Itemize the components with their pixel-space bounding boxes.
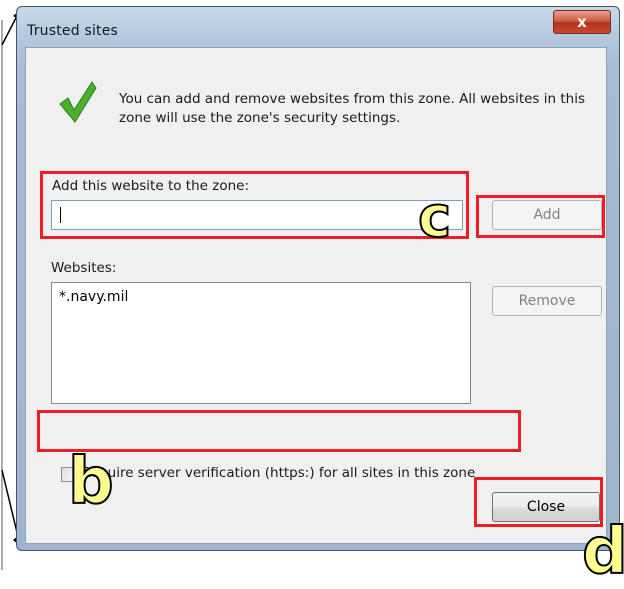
annotation-letter-b: b	[67, 445, 115, 519]
websites-list[interactable]: *.navy.mil	[51, 282, 471, 404]
dialog-title: Trusted sites	[27, 23, 119, 39]
add-website-label: Add this website to the zone:	[52, 178, 249, 194]
https-verification-label: Require server verification (https:) for…	[82, 465, 476, 481]
text-caret	[60, 207, 61, 223]
websites-label: Websites:	[51, 260, 117, 276]
green-checkmark-icon	[59, 81, 97, 123]
intro-text: You can add and remove websites from thi…	[119, 91, 585, 126]
add-button[interactable]: Add	[492, 200, 602, 230]
website-url-input[interactable]	[51, 200, 463, 230]
annotation-letter-c: c	[417, 185, 452, 250]
window-close-button[interactable]: x	[553, 10, 611, 34]
list-item[interactable]: *.navy.mil	[59, 289, 128, 305]
annotation-letter-d: d	[581, 515, 624, 589]
remove-button[interactable]: Remove	[492, 286, 602, 316]
